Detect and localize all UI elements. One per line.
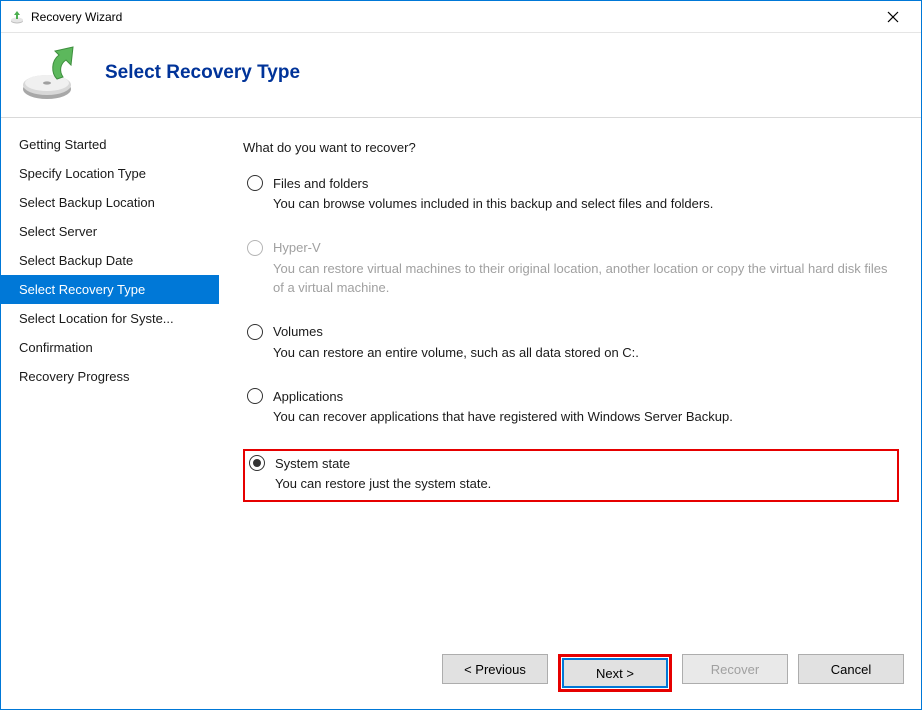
cancel-button[interactable]: Cancel [798,654,904,684]
option-label: Hyper-V [273,240,321,255]
radio-button[interactable] [247,324,263,340]
option-label[interactable]: System state [275,456,350,471]
recovery-option: Applications You can recover applications… [243,384,899,433]
sidebar-item[interactable]: Select Server [1,217,219,246]
main-panel: What do you want to recover? Files and f… [219,118,921,678]
radio-button[interactable] [249,455,265,471]
radio-button[interactable] [247,175,263,191]
option-label[interactable]: Applications [273,389,343,404]
sidebar: Getting StartedSpecify Location TypeSele… [1,118,219,678]
recovery-option: Hyper-V You can restore virtual machines … [243,236,899,304]
recover-button: Recover [682,654,788,684]
titlebar: Recovery Wizard [1,1,921,33]
option-description: You can restore virtual machines to thei… [273,260,891,298]
option-description: You can restore just the system state. [275,475,889,494]
recovery-option: Files and folders You can browse volumes … [243,171,899,220]
header: Select Recovery Type [1,33,921,118]
sidebar-item[interactable]: Select Backup Date [1,246,219,275]
sidebar-item[interactable]: Specify Location Type [1,159,219,188]
recovery-icon [19,43,83,103]
previous-button[interactable]: < Previous [442,654,548,684]
sidebar-item[interactable]: Select Recovery Type [1,275,219,304]
app-icon [9,9,25,25]
option-label[interactable]: Files and folders [273,176,368,191]
sidebar-item[interactable]: Select Location for Syste... [1,304,219,333]
option-description: You can browse volumes included in this … [273,195,891,214]
question-text: What do you want to recover? [243,140,899,155]
window-title: Recovery Wizard [31,10,873,24]
sidebar-item[interactable]: Getting Started [1,130,219,159]
sidebar-item[interactable]: Select Backup Location [1,188,219,217]
sidebar-item[interactable]: Recovery Progress [1,362,219,391]
option-label[interactable]: Volumes [273,324,323,339]
next-button[interactable]: Next > [562,658,668,688]
footer: < Previous Next > Recover Cancel [442,654,904,692]
close-button[interactable] [873,2,913,32]
recovery-option: Volumes You can restore an entire volume,… [243,320,899,369]
sidebar-item[interactable]: Confirmation [1,333,219,362]
radio-button [247,240,263,256]
option-description: You can recover applications that have r… [273,408,891,427]
option-description: You can restore an entire volume, such a… [273,344,891,363]
radio-button[interactable] [247,388,263,404]
page-title: Select Recovery Type [105,62,300,84]
recovery-option: System state You can restore just the sys… [243,449,899,502]
